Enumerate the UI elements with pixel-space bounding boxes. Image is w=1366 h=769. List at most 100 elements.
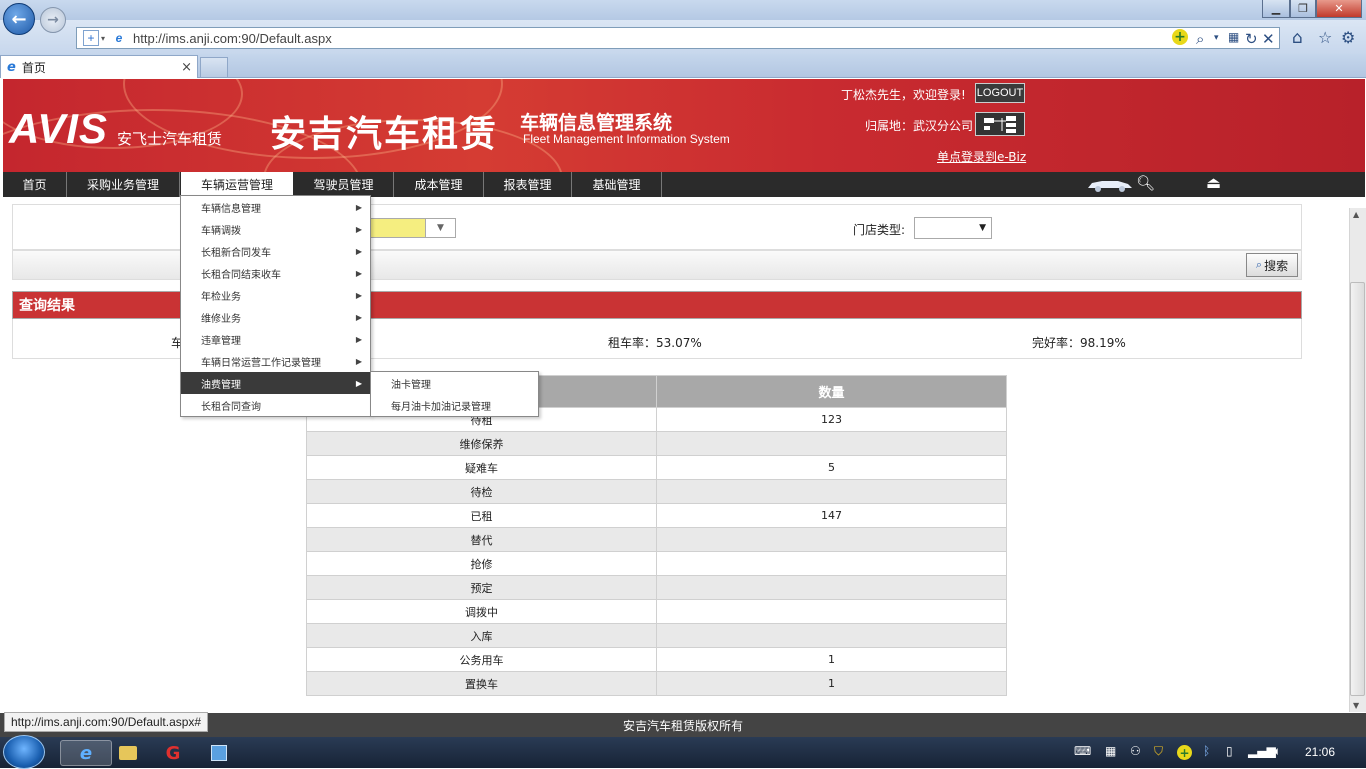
company-name: 安吉汽车租赁 [270, 113, 499, 155]
ie-page-icon: e [115, 31, 123, 45]
browser-titlebar [0, 0, 1366, 20]
collapse-header-icon[interactable]: ⏏ [1206, 173, 1221, 192]
chevron-right-icon: ▶ [355, 268, 362, 278]
org-chart-icon [984, 116, 1016, 133]
chevron-right-icon: ▶ [355, 224, 362, 234]
car-icon[interactable] [1086, 176, 1134, 192]
status-cell: 替代 [306, 527, 657, 552]
copyright-text: 安吉汽车租赁版权所有 [622, 718, 743, 733]
chevron-right-icon: ▶ [355, 312, 362, 322]
scroll-down-icon[interactable]: ▼ [1353, 701, 1359, 710]
dropdown-item-daily-ops[interactable]: 车辆日常运营工作记录管理 ▶ [181, 350, 370, 372]
browser-tab-active[interactable]: e 首页 × [0, 55, 198, 78]
refresh-icon[interactable]: ↻ [1245, 30, 1258, 48]
keyboard-icon[interactable]: ⌨ [1074, 744, 1091, 758]
favorites-icon[interactable]: ☆ [1318, 28, 1332, 47]
scroll-up-icon[interactable]: ▲ [1353, 210, 1359, 219]
address-bar[interactable]: + ▾ e http://ims.anji.com:90/Default.asp… [76, 27, 1280, 49]
magnifier-icon[interactable]: 🔍︎ [1136, 174, 1155, 192]
taskbar-ie-icon[interactable]: e [60, 740, 112, 766]
chevron-right-icon: ▶ [355, 378, 362, 388]
addon-icon[interactable]: + [1172, 29, 1188, 45]
compat-icon[interactable]: ▦ [1228, 30, 1239, 44]
signal-icon[interactable]: ▂▄▆ [1248, 744, 1276, 758]
sso-link[interactable]: 单点登录到e-Biz [937, 148, 1026, 165]
bluetooth-icon[interactable]: ᛒ [1203, 744, 1210, 758]
network-share-icon[interactable]: ▦ [1105, 744, 1116, 758]
minimize-button[interactable]: ▁ [1262, 0, 1290, 18]
status-cell: 已租 [306, 503, 657, 528]
submenu-item-monthly-fuel[interactable]: 每月油卡加油记录管理 [371, 394, 538, 416]
tab-close-icon[interactable]: × [181, 60, 192, 75]
status-cell: 待检 [306, 479, 657, 504]
back-button[interactable]: ← [3, 3, 35, 35]
menu-driver[interactable]: 驾驶员管理 [294, 172, 394, 197]
stop-icon[interactable]: ✕ [1262, 30, 1275, 48]
dropdown-item-vehicle-info[interactable]: 车辆信息管理 ▶ [181, 196, 370, 218]
chevron-right-icon: ▶ [355, 202, 362, 212]
forward-button[interactable]: → [40, 7, 66, 33]
ie-page-icon: e [7, 59, 16, 75]
security-shield-icon[interactable]: ⛉ [1154, 744, 1163, 759]
close-window-button[interactable]: ✕ [1316, 0, 1362, 18]
search-icon: ⌕ [1255, 258, 1263, 271]
dropdown-item-violations[interactable]: 违章管理 ▶ [181, 328, 370, 350]
dropdown-item-maintenance[interactable]: 维修业务 ▶ [181, 306, 370, 328]
menu-reports[interactable]: 报表管理 [484, 172, 572, 197]
app-header: AVIS 安飞士汽车租赁 安吉汽车租赁 车辆信息管理系统 Fleet Manag… [3, 79, 1365, 172]
status-cell: 预定 [306, 575, 657, 600]
taskbar-app-icon[interactable]: G [160, 740, 186, 766]
taskbar-clock[interactable]: 21:06 [1305, 745, 1335, 759]
menu-cost[interactable]: 成本管理 [394, 172, 484, 197]
vehicle-ops-dropdown: 车辆信息管理 ▶ 车辆调拨 ▶ 长租新合同发车 ▶ 长租合同结束收车 ▶ 年检业务 ▶ 维… [180, 195, 371, 417]
status-cell: 疑难车 [306, 455, 657, 480]
filter-dropdown-toggle[interactable]: ▼ [426, 218, 456, 238]
qty-cell [656, 551, 1007, 576]
addon-tray-icon[interactable]: + [1177, 745, 1192, 760]
chevron-down-icon[interactable]: ▾ [1214, 33, 1219, 43]
status-cell: 抢修 [306, 551, 657, 576]
maximize-button[interactable]: ❐ [1290, 0, 1316, 18]
start-button[interactable] [3, 735, 45, 769]
store-type-select[interactable]: ▼ [914, 217, 992, 239]
dropdown-item-annual-inspection[interactable]: 年检业务 ▶ [181, 284, 370, 306]
chevron-down-icon[interactable]: ▾ [101, 34, 105, 43]
tools-gear-icon[interactable]: ⚙ [1341, 28, 1355, 47]
dropdown-item-vehicle-transfer[interactable]: 车辆调拨 ▶ [181, 218, 370, 240]
table-row: 入库 [306, 623, 1007, 648]
users-icon[interactable]: ⚇ [1130, 744, 1141, 758]
logout-button[interactable]: LOGOUT [975, 83, 1025, 103]
home-icon[interactable]: ⌂ [1292, 28, 1303, 48]
system-title-en: Fleet Management Information System [523, 132, 730, 146]
dropdown-item-long-rent-dispatch[interactable]: 长租新合同发车 ▶ [181, 240, 370, 262]
org-chart-button[interactable] [975, 112, 1025, 136]
search-button-label: 搜索 [1264, 258, 1289, 273]
store-type-label: 门店类型: [853, 223, 906, 237]
filter-input[interactable] [370, 218, 426, 238]
search-icon[interactable]: ⌕ [1196, 30, 1204, 48]
taskbar-remote-icon[interactable] [206, 740, 232, 766]
table-row: 维修保养 [306, 431, 1007, 456]
menu-home[interactable]: 首页 [3, 172, 67, 197]
menu-vehicle-ops[interactable]: 车辆运营管理 [181, 172, 293, 197]
battery-icon[interactable]: ▯ [1226, 744, 1233, 758]
dropdown-item-long-rent-query[interactable]: 长租合同查询 [181, 394, 370, 416]
volume-icon[interactable]: 🔈︎ [1274, 744, 1281, 759]
good-rate: 完好率：98.19% [1032, 336, 1126, 350]
qty-cell: 5 [656, 455, 1007, 480]
new-tab-button[interactable] [200, 57, 228, 77]
dropdown-item-fuel[interactable]: 油费管理 ▶ [181, 372, 370, 394]
rental-rate: 租车率：53.07% [608, 336, 702, 350]
dropdown-item-long-rent-return[interactable]: 长租合同结束收车 ▶ [181, 262, 370, 284]
submenu-item-fuel-card[interactable]: 油卡管理 [371, 372, 538, 394]
table-row: 置换车 1 [306, 671, 1007, 696]
qty-cell [656, 599, 1007, 624]
menu-basic[interactable]: 基础管理 [572, 172, 662, 197]
qty-cell: 147 [656, 503, 1007, 528]
menu-purchase[interactable]: 采购业务管理 [67, 172, 180, 197]
address-url[interactable]: http://ims.anji.com:90/Default.aspx [133, 31, 332, 46]
compat-view-icon[interactable]: + [83, 30, 99, 46]
search-button[interactable]: ⌕ 搜索 [1246, 253, 1298, 277]
scrollbar-thumb[interactable] [1350, 282, 1365, 696]
taskbar-explorer-icon[interactable] [115, 740, 141, 766]
